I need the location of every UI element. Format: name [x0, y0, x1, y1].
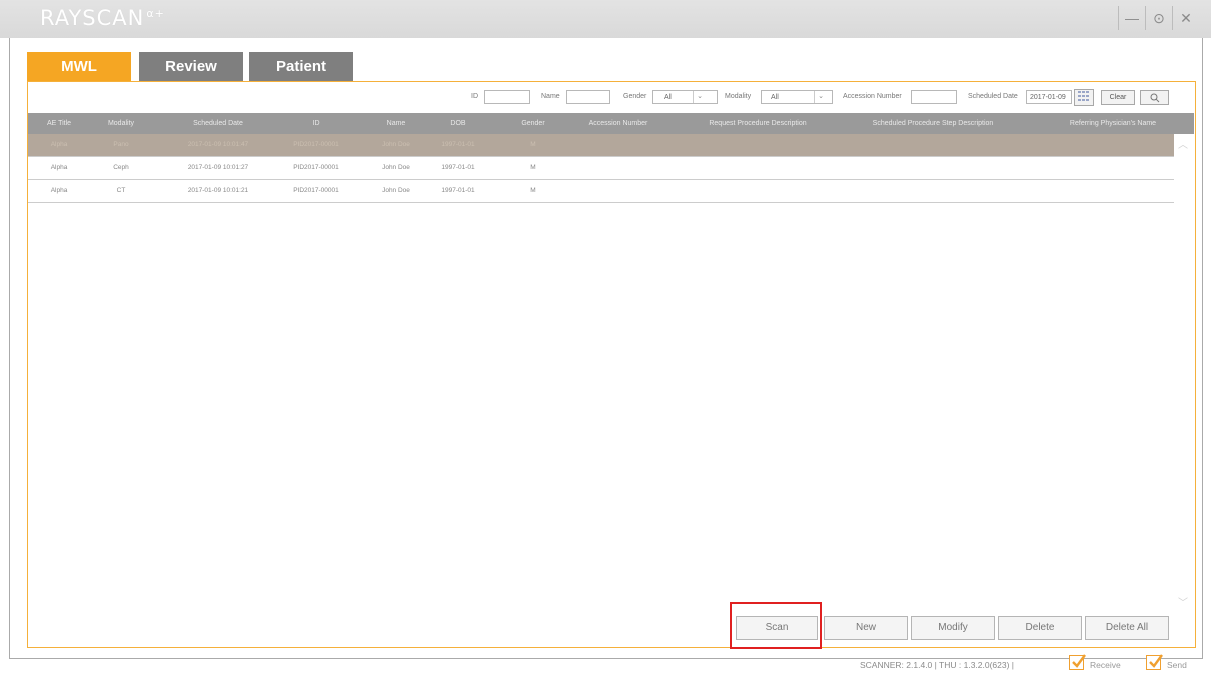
- settings-icon[interactable]: ⊙: [1145, 6, 1172, 30]
- cell-gender: M: [530, 141, 536, 148]
- cell-dob: 1997-01-01: [441, 187, 475, 194]
- clear-button[interactable]: Clear: [1101, 90, 1135, 105]
- id-filter-label: ID: [471, 93, 478, 100]
- column-header[interactable]: ID: [271, 113, 361, 134]
- search-icon: [1150, 93, 1159, 103]
- column-header[interactable]: Name: [361, 113, 431, 134]
- column-header[interactable]: Gender: [498, 113, 568, 134]
- cell-id: PID2017-00001: [293, 164, 339, 171]
- column-header[interactable]: Scheduled Date: [168, 113, 268, 134]
- cell-scheduled-date: 2017-01-09 10:01:21: [187, 187, 249, 194]
- cell-scheduled-date: 2017-01-09 10:01:47: [187, 141, 249, 148]
- receive-label: Receive: [1090, 660, 1121, 670]
- modify-button[interactable]: Modify: [911, 616, 995, 640]
- cell-gender: M: [530, 164, 536, 171]
- name-filter-label: Name: [541, 93, 560, 100]
- table-row[interactable]: Alpha Pano 2017-01-09 10:01:47 PID2017-0…: [28, 134, 1174, 157]
- modality-filter-label: Modality: [725, 93, 752, 100]
- minimize-button[interactable]: —: [1118, 6, 1145, 30]
- cell-id: PID2017-00001: [293, 187, 339, 194]
- cell-id: PID2017-00001: [293, 141, 339, 148]
- cell-scheduled-date: 2017-01-09 10:01:27: [187, 164, 249, 171]
- tab-review[interactable]: Review: [139, 52, 243, 81]
- table-row[interactable]: Alpha Ceph 2017-01-09 10:01:27 PID2017-0…: [28, 157, 1174, 180]
- scheduled-date-input[interactable]: 2017-01-09: [1026, 90, 1072, 104]
- id-filter-input[interactable]: [484, 90, 530, 104]
- cell-modality: Pano: [113, 141, 129, 148]
- accession-filter-label: Accession Number: [843, 93, 902, 100]
- tab-mwl[interactable]: MWL: [27, 52, 131, 81]
- cell-ae-title: Alpha: [50, 187, 68, 194]
- gender-select[interactable]: All ⌄: [652, 90, 718, 104]
- search-button[interactable]: [1140, 90, 1169, 105]
- table-header: AE Title Modality Scheduled Date ID Name…: [28, 113, 1194, 134]
- column-header[interactable]: Modality: [91, 113, 151, 134]
- receive-checkbox[interactable]: [1069, 654, 1086, 670]
- cell-dob: 1997-01-01: [441, 164, 475, 171]
- column-header[interactable]: Request Procedure Description: [678, 113, 838, 134]
- cell-ae-title: Alpha: [50, 164, 68, 171]
- cell-name: John Doe: [382, 187, 410, 194]
- title-bar: RAYSCAN α+ — ⊙ ✕: [0, 0, 1211, 38]
- send-checkbox[interactable]: [1146, 654, 1163, 670]
- checkmark-icon: [1149, 654, 1163, 668]
- scroll-up-icon[interactable]: ︿: [1178, 136, 1188, 151]
- table-row[interactable]: Alpha CT 2017-01-09 10:01:21 PID2017-000…: [28, 180, 1174, 203]
- close-button[interactable]: ✕: [1172, 6, 1199, 30]
- column-header[interactable]: DOB: [428, 113, 488, 134]
- column-header[interactable]: Referring Physician's Name: [1038, 113, 1188, 134]
- vertical-scrollbar[interactable]: ︿ ﹀: [1174, 134, 1193, 609]
- calendar-icon[interactable]: [1074, 89, 1094, 106]
- chevron-down-icon: ⌄: [814, 91, 827, 103]
- chevron-down-icon: ⌄: [693, 91, 706, 103]
- new-button[interactable]: New: [824, 616, 908, 640]
- cell-modality: Ceph: [113, 164, 129, 171]
- scan-highlight-box: [730, 602, 822, 649]
- cell-dob: 1997-01-01: [441, 141, 475, 148]
- column-header[interactable]: AE Title: [33, 113, 85, 134]
- cell-modality: CT: [116, 187, 126, 194]
- accession-filter-input[interactable]: [911, 90, 957, 104]
- app-logo: RAYSCAN α+: [40, 6, 165, 30]
- status-version-text: SCANNER: 2.1.4.0 | THU : 1.3.2.0(623) |: [860, 660, 1015, 670]
- column-header[interactable]: Scheduled Procedure Step Description: [838, 113, 1028, 134]
- modality-select[interactable]: All ⌄: [761, 90, 833, 104]
- cell-gender: M: [530, 187, 536, 194]
- cell-name: John Doe: [382, 164, 410, 171]
- gender-filter-label: Gender: [623, 93, 647, 100]
- name-filter-input[interactable]: [566, 90, 610, 104]
- tab-patient[interactable]: Patient: [249, 52, 353, 81]
- cell-ae-title: Alpha: [50, 141, 68, 148]
- delete-all-button[interactable]: Delete All: [1085, 616, 1169, 640]
- cell-name: John Doe: [382, 141, 410, 148]
- scroll-down-icon[interactable]: ﹀: [1178, 594, 1188, 609]
- scheduled-date-label: Scheduled Date: [968, 93, 1018, 100]
- column-header[interactable]: Accession Number: [568, 113, 668, 134]
- delete-button[interactable]: Delete: [998, 616, 1082, 640]
- send-label: Send: [1167, 660, 1187, 670]
- checkmark-icon: [1072, 654, 1086, 668]
